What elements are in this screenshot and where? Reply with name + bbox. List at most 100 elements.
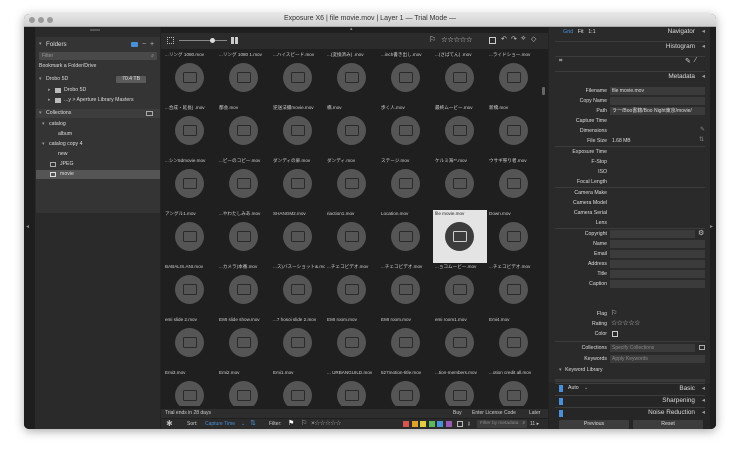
thumbnail-tile[interactable]: ダンディの扉.mov — [271, 157, 325, 210]
disclosure-down-icon[interactable]: ▾ — [39, 109, 42, 118]
right-panel-handle[interactable]: ▸ — [710, 27, 716, 429]
title-value[interactable] — [610, 270, 705, 278]
add-icon[interactable]: + — [150, 40, 154, 49]
color-filter-swatch[interactable] — [403, 421, 409, 427]
disclosure-right-icon[interactable]: ▸ — [48, 96, 51, 105]
collection-catalog-copy[interactable]: ▾ catalog copy 4 — [36, 140, 160, 149]
left-panel-handle[interactable]: ◂ — [24, 27, 35, 429]
thumbnail-tile[interactable]: ステージ.mov — [379, 157, 433, 210]
thumbnail-tile[interactable]: ...otion credit all.mov — [487, 369, 541, 406]
grid-view-large-icon[interactable] — [231, 37, 238, 44]
drive-row[interactable]: ▾ Drobo 5D 70.4 TB — [36, 75, 160, 84]
thumbnail-tile[interactable]: ...tion-members.mov — [433, 369, 487, 406]
buy-button[interactable]: Buy — [453, 409, 462, 418]
no-color-filter-icon[interactable] — [457, 421, 463, 427]
thumbnail-tile[interactable]: Emi4.mov — [487, 316, 541, 369]
thumbnail-tile[interactable]: riaction1.mov — [325, 210, 379, 263]
thumbnail-tile[interactable]: 都会.mov — [217, 104, 271, 157]
link-icon[interactable]: ⇅ — [699, 136, 704, 143]
copy-name-value[interactable] — [610, 97, 705, 105]
thumbnail-tile[interactable]: emi slide 2.mov — [163, 316, 217, 369]
thumbnail-tile[interactable]: ...合成・延長) .mov — [163, 104, 217, 157]
previous-button[interactable]: Previous — [559, 420, 629, 429]
thumbnail-tile[interactable]: ...inch書き出し.mov — [379, 51, 433, 104]
folder-row-aperture[interactable]: ▸ ...y > Aperture Library Masters — [36, 96, 160, 105]
chevron-right-icon[interactable]: ▸ — [710, 223, 713, 230]
histogram-header[interactable]: Histogram ◂ — [555, 41, 705, 53]
email-value[interactable] — [610, 250, 705, 258]
thumbnail-tile[interactable]: EMI slide show.mov — [217, 316, 271, 369]
sort-dropdown[interactable]: Capture Time — [205, 419, 235, 429]
rating-filter-icon[interactable]: ×☆☆☆☆☆ — [311, 419, 341, 429]
scrollbar-thumb[interactable] — [542, 87, 545, 95]
crop-icon[interactable]: ⌗ — [559, 58, 562, 65]
flag-icon[interactable]: ⚐ — [429, 35, 436, 44]
thumbnail-tile[interactable]: ...チェコビデオ.mov — [325, 263, 379, 316]
sort-order-icon[interactable]: ⇅ — [250, 419, 256, 429]
color-filter-swatch[interactable] — [437, 421, 443, 427]
flip-icon[interactable]: ⟡ — [521, 35, 526, 43]
disclosure-down-icon[interactable]: ▾ — [42, 120, 45, 129]
thumbnail-tile[interactable]: ...7 hosoi slide 2.mov — [271, 316, 325, 369]
remove-icon[interactable]: − — [142, 40, 146, 49]
thumbnail-tile[interactable]: 歩く人.mov — [379, 104, 433, 157]
thumbnail-tile[interactable]: SHANGM2.mov — [271, 210, 325, 263]
thumbnail-tile[interactable]: emi room1.mov — [433, 316, 487, 369]
navigator-header[interactable]: Navigator ◂ — [555, 26, 705, 38]
copyright-value[interactable] — [610, 230, 695, 238]
thumbnail-tile[interactable]: ...チェコビデオ.mov — [379, 263, 433, 316]
collection-jpeg[interactable]: JPEG — [36, 160, 160, 169]
folders-header[interactable]: ▾ Folders − + — [36, 40, 160, 49]
thumbnail-tile[interactable]: Emi1.mov — [271, 369, 325, 406]
collection-new[interactable]: new — [36, 150, 160, 159]
disclosure-down-icon[interactable]: ▾ — [39, 75, 42, 84]
gear-icon[interactable]: ✱ — [166, 419, 173, 429]
flag-icon[interactable]: ⚐ — [611, 309, 617, 319]
key-icon[interactable]: ⚷ — [467, 419, 471, 429]
filename-value[interactable]: file movie.mov — [610, 87, 705, 95]
disclosure-down-icon[interactable]: ▾ — [42, 140, 45, 149]
rotate-right-icon[interactable]: ↷ — [511, 35, 517, 43]
slider-knob[interactable] — [210, 38, 215, 43]
collection-catalog[interactable]: ▾ catalog — [36, 120, 160, 129]
thumbnail-tile[interactable]: Location.mov — [379, 210, 433, 263]
thumbnail-tile[interactable]: Emi2.mov — [217, 369, 271, 406]
thumbnail-tile[interactable]: ...ハイスピード.mov — [271, 51, 325, 104]
grid-scrollbar[interactable] — [541, 57, 546, 397]
collection-movie[interactable]: movie — [36, 170, 160, 179]
thumbnail-tile[interactable]: ...ピーのコピー.mov — [217, 157, 271, 210]
caption-value[interactable] — [610, 280, 705, 288]
unflag-filter-icon[interactable]: ⚐ — [301, 419, 307, 429]
collections-picker-icon[interactable] — [699, 345, 705, 350]
rating-stars-icon[interactable]: ☆☆☆☆☆ — [441, 35, 473, 44]
metadata-filter-input[interactable]: Filter by metadata ⌕ — [477, 420, 527, 428]
collapse-top-icon[interactable]: ▴ — [350, 26, 353, 32]
thumbnail-tile[interactable]: ...ライドショー.mov — [487, 51, 541, 104]
keyword-library-toggle[interactable]: ▾ Keyword Library — [559, 366, 603, 375]
disclosure-right-icon[interactable]: ▸ — [48, 86, 51, 95]
address-value[interactable] — [610, 260, 705, 268]
panel-scrollbar[interactable] — [555, 379, 705, 382]
thumbnail-tile[interactable]: ケルミ海**.mov — [433, 157, 487, 210]
thumbnail-tile[interactable]: ...(さばてん) .mov — [433, 51, 487, 104]
enter-license-button[interactable]: Enter License Code — [472, 409, 516, 418]
add-collection-icon[interactable] — [146, 111, 153, 116]
thumbnail-size-slider[interactable] — [179, 40, 227, 41]
gear-icon[interactable]: ⚙ — [698, 229, 704, 239]
name-value[interactable] — [610, 240, 705, 248]
thumbnail-tile[interactable]: 527motion-title.mov — [379, 369, 433, 406]
thumbnail-tile[interactable]: 新橋.mov — [487, 104, 541, 157]
thumbnail-tile[interactable]: ...カメラ)本番.mov — [217, 263, 271, 316]
thumbnail-tile[interactable]: file movie.mov — [433, 210, 487, 263]
rating-stars[interactable]: ☆☆☆☆☆ — [611, 319, 640, 329]
thumbnail-tile[interactable]: ...リング 1080.mov — [163, 51, 217, 104]
color-filter-swatch[interactable] — [420, 421, 426, 427]
keywords-input[interactable]: Apply Keywords — [610, 355, 705, 363]
thumbnail-tile[interactable]: ダンディ.mov — [325, 157, 379, 210]
flag-filter-icon[interactable]: ⚑ — [288, 419, 294, 429]
thumbnail-tile[interactable]: 逆送法撮movie.mov — [271, 104, 325, 157]
basic-header[interactable]: Basic ◂ — [555, 383, 705, 395]
metadata-header[interactable]: Metadata ◂ — [555, 71, 705, 83]
reset-button[interactable]: Reset — [633, 420, 703, 429]
thumbnail-tile[interactable]: ... URBANGUILD.mov — [325, 369, 379, 406]
